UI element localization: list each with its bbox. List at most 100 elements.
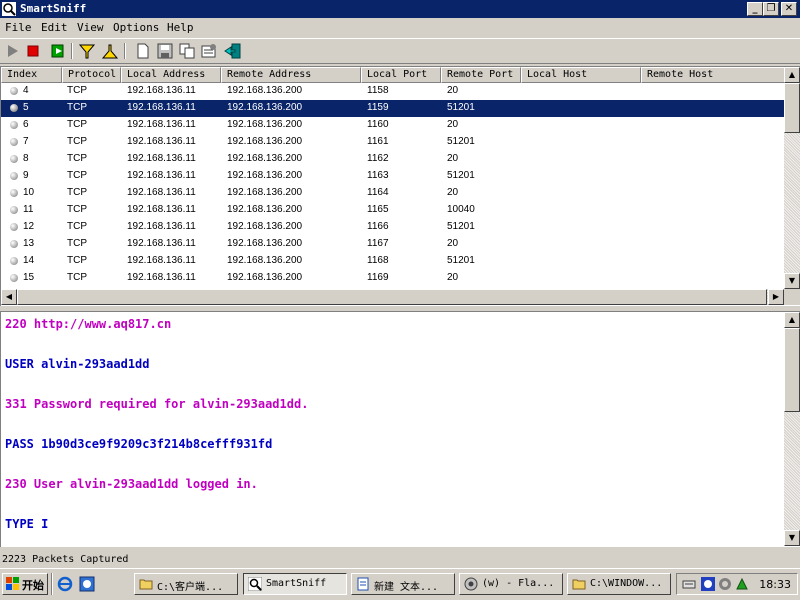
close-button[interactable]: ✕ — [781, 2, 797, 16]
task-label: (w) - Fla... — [482, 578, 555, 589]
scroll-thumb[interactable] — [17, 289, 767, 305]
cell-local-address: 192.168.136.11 — [127, 153, 196, 164]
cell-remote-port: 51201 — [447, 136, 475, 147]
scroll-down-button[interactable]: ▼ — [784, 530, 800, 546]
toolbar-separator — [124, 43, 126, 59]
column-header-remote-host[interactable]: Remote Host — [641, 67, 785, 83]
internet-explorer-icon[interactable] — [57, 576, 73, 592]
scroll-thumb[interactable] — [784, 83, 800, 133]
column-header-local-port[interactable]: Local Port — [361, 67, 441, 83]
cell-protocol: TCP — [67, 85, 87, 96]
scroll-right-button[interactable]: ▶ — [768, 289, 784, 305]
cell-index: 9 — [23, 170, 29, 181]
column-header-protocol[interactable]: Protocol — [62, 67, 121, 83]
cell-index: 7 — [23, 136, 29, 147]
exit-icon[interactable] — [224, 43, 242, 59]
menu-options[interactable]: Options — [113, 21, 159, 34]
cell-remote-port: 20 — [447, 153, 459, 164]
tray-app-icon[interactable] — [735, 577, 749, 591]
table-row[interactable]: 14 TCP 192.168.136.11 192.168.136.200 1168 51… — [1, 253, 785, 270]
cell-remote-address: 192.168.136.200 — [227, 102, 303, 113]
task-button-ftp-client[interactable]: (w) - Fla... — [459, 573, 563, 595]
toolbar-separator — [71, 43, 73, 59]
packet-list-vertical-scrollbar[interactable]: ▲ ▼ — [784, 67, 800, 289]
minimize-button[interactable]: _ — [747, 2, 763, 16]
packet-list[interactable]: Index Protocol Local Address Remote Addr… — [0, 66, 800, 306]
windows-logo-icon — [6, 577, 19, 590]
table-row[interactable]: 9 TCP 192.168.136.11 192.168.136.200 1163 512… — [1, 168, 785, 185]
status-bar: 2223 Packets Captured — [0, 550, 800, 568]
cell-local-port: 1168 — [367, 255, 389, 266]
column-header-local-host[interactable]: Local Host — [521, 67, 641, 83]
network-icon[interactable] — [718, 577, 732, 591]
cell-protocol: TCP — [67, 204, 87, 215]
stop-capture-icon[interactable] — [24, 43, 42, 59]
filter-icon[interactable] — [78, 43, 96, 59]
filter-clear-icon[interactable] — [101, 43, 119, 59]
column-header-local-address[interactable]: Local Address — [121, 67, 221, 83]
close-icon: ✕ — [784, 3, 794, 14]
keyboard-icon[interactable] — [682, 577, 696, 591]
cell-protocol: TCP — [67, 238, 87, 249]
table-row[interactable]: 7 TCP 192.168.136.11 192.168.136.200 1161 512… — [1, 134, 785, 151]
arrow-up-icon: ▲ — [788, 70, 796, 79]
cell-local-address: 192.168.136.11 — [127, 187, 196, 198]
stream-line: USER alvin-293aad1dd — [5, 357, 150, 371]
table-row[interactable]: 8 TCP 192.168.136.11 192.168.136.200 1162 20 — [1, 151, 785, 168]
capture-options-icon[interactable] — [49, 43, 67, 59]
input-method-icon[interactable] — [701, 577, 715, 591]
table-row[interactable]: 6 TCP 192.168.136.11 192.168.136.200 1160 20 — [1, 117, 785, 134]
stream-line: 220 http://www.aq817.cn — [5, 317, 172, 331]
folder-icon — [139, 579, 153, 590]
arrow-up-icon: ▲ — [788, 315, 796, 324]
copy-icon[interactable] — [178, 43, 196, 59]
task-button-client-folder[interactable]: C:\客户端... — [134, 573, 238, 595]
scroll-up-button[interactable]: ▲ — [784, 67, 800, 83]
cell-protocol: TCP — [67, 255, 87, 266]
task-button-windows-folder[interactable]: C:\WINDOW... — [567, 573, 671, 595]
restore-icon: ❐ — [766, 3, 776, 14]
scroll-up-button[interactable]: ▲ — [784, 312, 800, 328]
cell-protocol: TCP — [67, 272, 87, 283]
quick-launch-icon[interactable] — [79, 576, 95, 592]
packet-list-horizontal-scrollbar[interactable]: ◀ ▶ — [1, 289, 784, 305]
new-icon[interactable] — [134, 43, 152, 59]
table-row[interactable]: 12 TCP 192.168.136.11 192.168.136.200 1166 51… — [1, 219, 785, 236]
detail-vertical-scrollbar[interactable]: ▲ ▼ — [784, 312, 800, 546]
cell-remote-port: 20 — [447, 272, 459, 283]
menu-edit[interactable]: Edit — [41, 21, 68, 34]
start-capture-icon[interactable] — [3, 43, 21, 59]
table-row[interactable]: 15 TCP 192.168.136.11 192.168.136.200 1169 20 — [1, 270, 785, 287]
table-row[interactable]: 10 TCP 192.168.136.11 192.168.136.200 1164 20 — [1, 185, 785, 202]
table-row[interactable]: 11 TCP 192.168.136.11 192.168.136.200 1165 10… — [1, 202, 785, 219]
menu-view[interactable]: View — [77, 21, 104, 34]
table-row[interactable]: 4 TCP 192.168.136.11 192.168.136.200 1158 20 — [1, 83, 785, 100]
cell-remote-address: 192.168.136.200 — [227, 85, 303, 96]
scroll-thumb[interactable] — [784, 328, 800, 412]
stream-line: PASS 1b90d3ce9f9209c3f214b8cefff931fd — [5, 437, 273, 451]
menu-help[interactable]: Help — [167, 21, 194, 34]
column-header-index[interactable]: Index — [1, 67, 62, 83]
cell-local-port: 1163 — [367, 170, 389, 181]
column-header-remote-address[interactable]: Remote Address — [221, 67, 361, 83]
restore-button[interactable]: ❐ — [763, 2, 779, 16]
stream-detail-pane[interactable]: 220 http://www.aq817.cn USER alvin-293aa… — [0, 311, 800, 547]
table-row[interactable]: 5 TCP 192.168.136.11 192.168.136.200 1159 512… — [1, 100, 785, 117]
menu-file[interactable]: File — [5, 21, 32, 34]
task-label: C:\WINDOW... — [590, 578, 663, 589]
scroll-left-button[interactable]: ◀ — [1, 289, 17, 305]
task-button-smartsniff[interactable]: SmartSniff — [243, 573, 347, 595]
start-button[interactable]: 开始 — [2, 573, 48, 595]
clock: 18:33 — [759, 578, 791, 591]
scroll-down-button[interactable]: ▼ — [784, 273, 800, 289]
save-icon[interactable] — [156, 43, 174, 59]
cell-protocol: TCP — [67, 170, 87, 181]
title-bar[interactable]: SmartSniff _ ❐ ✕ — [0, 0, 800, 18]
column-header-remote-port[interactable]: Remote Port — [441, 67, 521, 83]
task-button-notepad[interactable]: 新建 文本... — [351, 573, 455, 595]
notepad-icon — [357, 577, 369, 591]
ftp-client-icon — [464, 577, 478, 591]
table-row[interactable]: 13 TCP 192.168.136.11 192.168.136.200 1167 20 — [1, 236, 785, 253]
properties-icon[interactable] — [200, 43, 218, 59]
task-label: 新建 文本... — [374, 582, 439, 593]
